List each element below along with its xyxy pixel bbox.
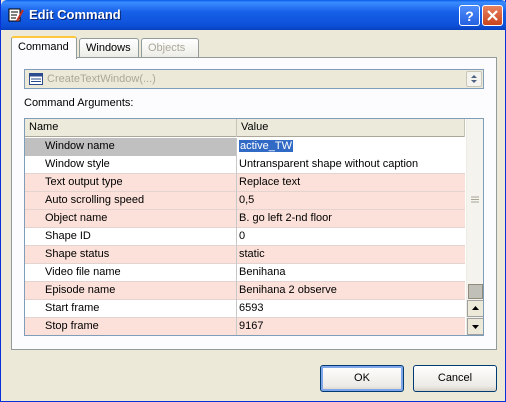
row-name: Stop frame	[25, 318, 237, 335]
row-value[interactable]: 6593	[237, 300, 465, 318]
row-value[interactable]: 0	[237, 228, 465, 246]
row-name: Auto scrolling speed	[25, 192, 237, 210]
svg-text:?: ?	[465, 8, 474, 23]
row-value[interactable]: 0,5	[237, 192, 465, 210]
row-value[interactable]: 9167	[237, 318, 465, 335]
grid-rows: Window name active_TW Window style Untra…	[25, 138, 465, 335]
scrollbar-thumb[interactable]	[468, 284, 483, 299]
row-value[interactable]: Benihana 2 observe	[237, 282, 465, 300]
row-name: Shape status	[25, 246, 237, 264]
table-row[interactable]: Episode name Benihana 2 observe	[25, 282, 465, 300]
up-down-arrows-icon	[471, 75, 477, 83]
help-button[interactable]: ?	[459, 5, 480, 26]
scroll-down-button[interactable]	[467, 318, 483, 335]
column-header-name[interactable]: Name	[25, 119, 237, 137]
row-value-editor[interactable]: active_TW	[237, 138, 465, 156]
table-row[interactable]: Object name B. go left 2-nd floor	[25, 210, 465, 228]
arrow-up-icon	[472, 306, 479, 310]
cancel-button[interactable]: Cancel	[413, 365, 497, 392]
table-row[interactable]: Window style Untransparent shape without…	[25, 156, 465, 174]
row-value[interactable]: B. go left 2-nd floor	[237, 210, 465, 228]
row-name: Start frame	[25, 300, 237, 318]
table-row[interactable]: Stop frame 9167	[25, 318, 465, 335]
close-icon	[487, 10, 498, 21]
window-icon	[29, 73, 43, 85]
scroll-up-button[interactable]	[467, 300, 483, 317]
row-value[interactable]: active_TW	[239, 140, 293, 152]
command-select-spinner[interactable]	[466, 71, 482, 87]
command-select[interactable]: CreateTextWindow(...)	[24, 69, 484, 89]
tab-windows[interactable]: Windows	[79, 38, 139, 58]
command-tab-panel: CreateTextWindow(...) Command Arguments:…	[11, 57, 497, 350]
row-value[interactable]: Benihana	[237, 264, 465, 282]
tab-objects: Objects	[141, 38, 199, 58]
column-header-value[interactable]: Value	[237, 119, 465, 137]
table-row[interactable]: Auto scrolling speed 0,5	[25, 192, 465, 210]
close-button[interactable]	[482, 5, 503, 26]
row-name: Text output type	[25, 174, 237, 192]
edit-command-icon	[8, 8, 24, 22]
arguments-grid: Name Value Window name active_TW Window …	[24, 118, 484, 336]
table-row[interactable]: Start frame 6593	[25, 300, 465, 318]
table-row[interactable]: Shape status static	[25, 246, 465, 264]
row-value[interactable]: Untransparent shape without caption	[237, 156, 465, 174]
scroll-grip-icon	[471, 196, 479, 203]
vertical-scrollbar[interactable]	[466, 119, 483, 335]
row-name: Episode name	[25, 282, 237, 300]
table-row[interactable]: Shape ID 0	[25, 228, 465, 246]
row-name: Window name	[25, 138, 237, 156]
title-bar[interactable]: Edit Command ?	[1, 0, 506, 30]
command-select-value: CreateTextWindow(...)	[47, 73, 156, 85]
row-value[interactable]: Replace text	[237, 174, 465, 192]
row-name: Shape ID	[25, 228, 237, 246]
table-row[interactable]: Video file name Benihana	[25, 264, 465, 282]
table-row[interactable]: Text output type Replace text	[25, 174, 465, 192]
row-name: Window style	[25, 156, 237, 174]
row-name: Object name	[25, 210, 237, 228]
ok-button[interactable]: OK	[320, 365, 404, 392]
table-row[interactable]: Window name active_TW	[25, 138, 465, 156]
arrow-down-icon	[472, 325, 479, 329]
tab-command[interactable]: Command	[11, 36, 77, 59]
command-arguments-label: Command Arguments:	[24, 97, 134, 109]
edit-command-dialog: Edit Command ? Command Windows Objects C…	[0, 0, 506, 402]
row-value[interactable]: static	[237, 246, 465, 264]
row-name: Video file name	[25, 264, 237, 282]
window-title: Edit Command	[29, 7, 121, 22]
question-icon: ?	[465, 8, 474, 23]
grid-header: Name Value	[25, 119, 465, 137]
